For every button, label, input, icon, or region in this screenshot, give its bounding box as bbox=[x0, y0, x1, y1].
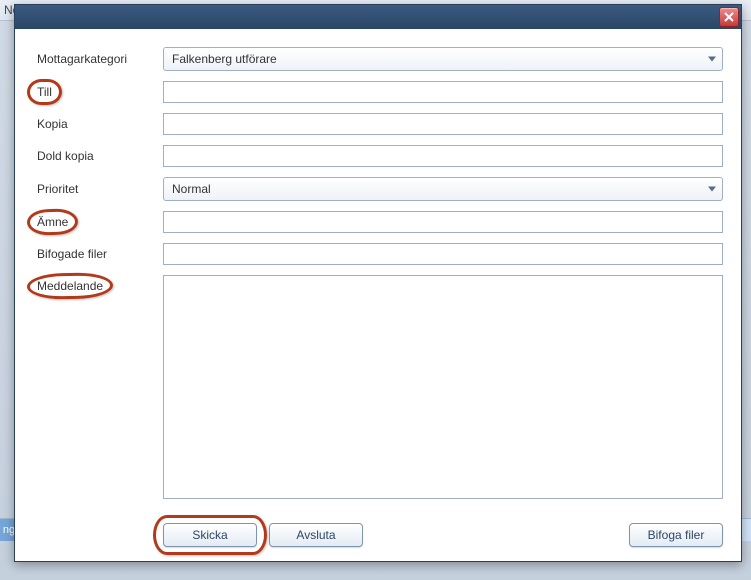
button-bar: Skicka Avsluta Bifoga filer bbox=[33, 523, 723, 547]
label-attachments-text: Bifogade filer bbox=[33, 245, 111, 263]
label-bcc: Dold kopia bbox=[33, 147, 163, 165]
label-to-text: Till bbox=[33, 83, 56, 101]
cancel-button[interactable]: Avsluta bbox=[269, 523, 363, 547]
compose-dialog: Mottagarkategori Falkenberg utförare Til… bbox=[14, 4, 742, 562]
bcc-input[interactable] bbox=[163, 145, 723, 167]
category-select-value: Falkenberg utförare bbox=[172, 52, 277, 66]
row-priority: Prioritet Normal bbox=[33, 177, 723, 201]
dialog-body: Mottagarkategori Falkenberg utförare Til… bbox=[15, 29, 741, 519]
attach-button[interactable]: Bifoga filer bbox=[629, 523, 723, 547]
category-select[interactable]: Falkenberg utförare bbox=[163, 47, 723, 71]
priority-select[interactable]: Normal bbox=[163, 177, 723, 201]
label-cc: Kopia bbox=[33, 115, 163, 133]
label-message: Meddelande bbox=[33, 275, 163, 295]
attachments-input[interactable] bbox=[163, 243, 723, 265]
row-message: Meddelande bbox=[33, 275, 723, 499]
close-button[interactable] bbox=[719, 7, 739, 27]
label-category: Mottagarkategori bbox=[33, 50, 163, 68]
label-subject: Ämne bbox=[33, 213, 163, 231]
row-attachments: Bifogade filer bbox=[33, 243, 723, 265]
label-priority: Prioritet bbox=[33, 180, 163, 198]
close-icon bbox=[724, 12, 734, 22]
chevron-down-icon bbox=[708, 57, 716, 62]
label-subject-text: Ämne bbox=[33, 213, 72, 231]
chevron-down-icon bbox=[708, 187, 716, 192]
row-cc: Kopia bbox=[33, 113, 723, 135]
send-button-wrap: Skicka bbox=[163, 523, 257, 547]
row-category: Mottagarkategori Falkenberg utförare bbox=[33, 47, 723, 71]
cc-input[interactable] bbox=[163, 113, 723, 135]
row-subject: Ämne bbox=[33, 211, 723, 233]
row-bcc: Dold kopia bbox=[33, 145, 723, 167]
label-priority-text: Prioritet bbox=[33, 180, 82, 198]
label-message-text: Meddelande bbox=[33, 277, 107, 295]
message-textarea[interactable] bbox=[163, 275, 723, 499]
row-to: Till bbox=[33, 81, 723, 103]
attach-button-label: Bifoga filer bbox=[648, 528, 705, 542]
label-cc-text: Kopia bbox=[33, 115, 72, 133]
send-button[interactable]: Skicka bbox=[163, 523, 257, 547]
dialog-titlebar bbox=[15, 5, 741, 29]
to-input[interactable] bbox=[163, 81, 723, 103]
priority-select-value: Normal bbox=[172, 182, 211, 196]
label-to: Till bbox=[33, 83, 163, 101]
label-category-text: Mottagarkategori bbox=[33, 50, 131, 68]
send-button-label: Skicka bbox=[192, 528, 227, 542]
label-bcc-text: Dold kopia bbox=[33, 147, 98, 165]
cancel-button-label: Avsluta bbox=[296, 528, 335, 542]
subject-input[interactable] bbox=[163, 211, 723, 233]
label-attachments: Bifogade filer bbox=[33, 245, 163, 263]
